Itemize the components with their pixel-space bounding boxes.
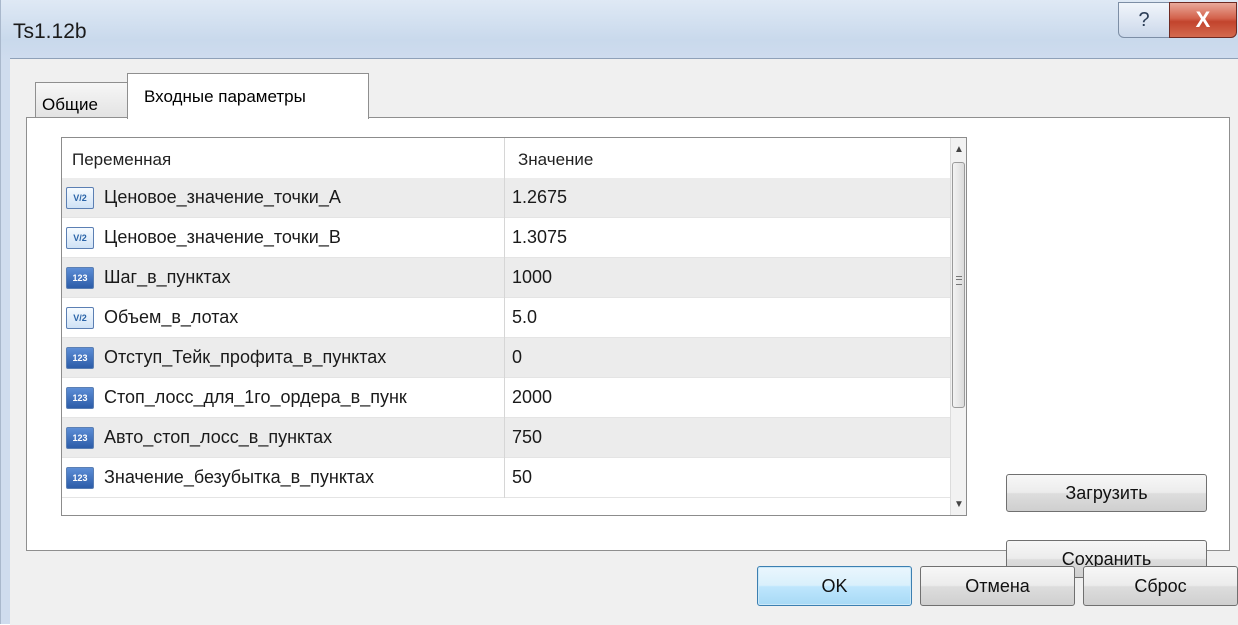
variable-name-cell: Стоп_лосс_для_1го_ордера_в_пунк (104, 387, 407, 407)
integer-type-icon: 123 (66, 467, 94, 489)
cell-divider (504, 178, 505, 218)
tab-general[interactable]: Общие (35, 82, 130, 118)
cell-divider (504, 418, 505, 458)
load-button[interactable]: Загрузить (1006, 474, 1207, 512)
table-row[interactable]: 123 Значение_безубытка_в_пунктах 50 (62, 458, 950, 498)
scroll-thumb[interactable] (952, 162, 965, 408)
variable-name-cell: Ценовое_значение_точки_В (104, 227, 341, 247)
scroll-down-button[interactable]: ▼ (951, 493, 966, 515)
cell-divider (504, 458, 505, 498)
value-cell[interactable]: 5.0 (512, 307, 537, 328)
tab-input-parameters-label: Входные параметры (144, 87, 306, 106)
table-row[interactable]: 123 Авто_стоп_лосс_в_пунктах 750 (62, 418, 950, 458)
help-question-icon: ? (1138, 8, 1150, 31)
cell-divider (504, 298, 505, 338)
dialog-client-area: Общие Входные параметры Переменная Значе… (10, 58, 1238, 625)
title-bar[interactable]: Ts1.12b ? X (1, 0, 1238, 58)
table-row[interactable]: 123 Стоп_лосс_для_1го_ордера_в_пунк 2000 (62, 378, 950, 418)
variable-name-cell: Шаг_в_пунктах (104, 267, 231, 287)
dialog-window: Ts1.12b ? X Общие Входные параметры Пере… (0, 0, 1238, 625)
value-cell[interactable]: 1000 (512, 267, 552, 288)
cell-divider (504, 378, 505, 418)
table-row[interactable]: V/2 Ценовое_значение_точки_В 1.3075 (62, 218, 950, 258)
integer-type-icon: 123 (66, 427, 94, 449)
tab-panel-input-parameters: Переменная Значение V/2 Ценовое_значение_… (26, 117, 1230, 578)
value-cell[interactable]: 1.2675 (512, 187, 567, 208)
grip-icon (956, 276, 962, 285)
variable-name-cell: Объем_в_лотах (104, 307, 239, 327)
integer-type-icon: 123 (66, 267, 94, 289)
double-type-icon: V/2 (66, 227, 94, 249)
value-cell[interactable]: 0 (512, 347, 522, 368)
column-divider[interactable] (504, 138, 505, 178)
tab-input-parameters[interactable]: Входные параметры (127, 73, 369, 119)
help-button[interactable]: ? (1118, 2, 1170, 38)
cell-divider (504, 218, 505, 258)
double-type-icon: V/2 (66, 307, 94, 329)
value-cell[interactable]: 50 (512, 467, 532, 488)
scroll-up-button[interactable]: ▲ (951, 138, 966, 160)
vertical-scrollbar[interactable]: ▲ ▼ (950, 138, 966, 515)
variable-name-cell: Отступ_Тейк_профита_в_пунктах (104, 347, 387, 367)
double-type-icon: V/2 (66, 187, 94, 209)
ok-button[interactable]: OK (757, 566, 912, 606)
variable-name-cell: Авто_стоп_лосс_в_пунктах (104, 427, 333, 447)
table-row[interactable]: 123 Отступ_Тейк_профита_в_пунктах 0 (62, 338, 950, 378)
grid-header: Переменная Значение (62, 138, 950, 179)
table-row[interactable]: 123 Шаг_в_пунктах 1000 (62, 258, 950, 298)
column-header-value[interactable]: Значение (518, 150, 593, 170)
integer-type-icon: 123 (66, 347, 94, 369)
variable-name-cell: Ценовое_значение_точки_А (104, 187, 341, 207)
value-cell[interactable]: 2000 (512, 387, 552, 408)
table-row[interactable]: V/2 Ценовое_значение_точки_А 1.2675 (62, 178, 950, 218)
cancel-button[interactable]: Отмена (920, 566, 1075, 606)
cell-divider (504, 258, 505, 298)
window-title: Ts1.12b (13, 20, 87, 43)
parameters-grid: Переменная Значение V/2 Ценовое_значение_… (61, 137, 967, 516)
arrow-down-icon: ▼ (954, 498, 964, 510)
table-row[interactable]: V/2 Объем_в_лотах 5.0 (62, 298, 950, 338)
variable-name-cell: Значение_безубытка_в_пунктах (104, 467, 374, 487)
cell-divider (504, 338, 505, 378)
close-button[interactable]: X (1169, 2, 1237, 38)
arrow-up-icon: ▲ (954, 143, 964, 155)
reset-button[interactable]: Сброс (1083, 566, 1238, 606)
value-cell[interactable]: 750 (512, 427, 542, 448)
column-header-variable[interactable]: Переменная (72, 150, 171, 170)
tab-general-label: Общие (42, 95, 98, 114)
value-cell[interactable]: 1.3075 (512, 227, 567, 248)
close-x-icon: X (1195, 7, 1211, 32)
integer-type-icon: 123 (66, 387, 94, 409)
